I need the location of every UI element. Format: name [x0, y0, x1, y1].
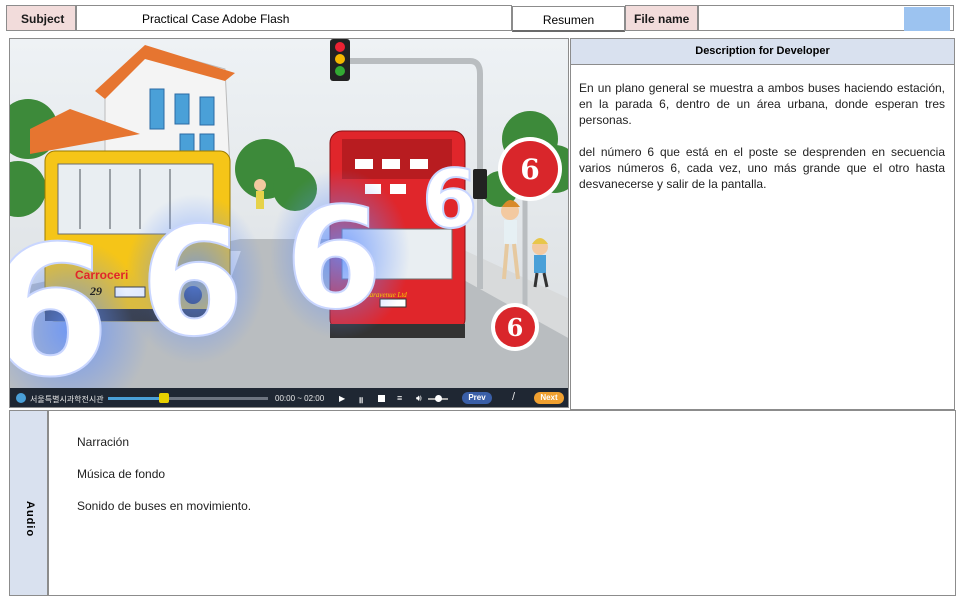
audio-side-label-box: Audio — [9, 410, 48, 596]
big-number-3: 6 — [285, 178, 382, 341]
volume-handle-icon[interactable] — [435, 395, 442, 402]
filename-label: File name — [625, 5, 698, 31]
player-control-bar: 서울특별시과학전시관 00:00 ~ 02:00 ▶ ॥ ≡ 🔊︎ Prev /… — [10, 388, 568, 407]
menu-icon[interactable]: ≡ — [397, 393, 402, 403]
progress-track[interactable] — [108, 393, 268, 403]
volume-track[interactable] — [428, 395, 448, 402]
big-number-4: 6 — [422, 153, 478, 246]
audio-body: Narración Música de fondo Sonido de buse… — [48, 410, 956, 596]
subject-label: Subject — [6, 5, 76, 31]
big-number-1: 6 — [10, 208, 110, 388]
stop-icon[interactable] — [378, 395, 385, 402]
audio-line-narration: Narración — [77, 435, 130, 449]
audio-side-label: Audio — [24, 501, 36, 538]
filename-color-swatch — [904, 7, 950, 31]
subject-value: Practical Case Adobe Flash — [76, 5, 512, 31]
nav-separator: / — [512, 391, 516, 403]
play-icon[interactable]: ▶ — [339, 394, 345, 403]
progress-handle-icon[interactable] — [159, 393, 169, 403]
scene-illustration: Carroceri 29 Caravenue Ltd 6 6 6 6 6 6 — [10, 39, 568, 388]
player-logo-text: 서울특별시과학전시관 — [30, 395, 104, 404]
progress-fill — [108, 397, 164, 400]
sign-number-top: 6 — [520, 153, 539, 186]
player-time: 00:00 ~ 02:00 — [275, 394, 325, 403]
museum-logo-icon — [16, 393, 26, 403]
volume-icon[interactable]: 🔊︎ — [416, 393, 422, 404]
description-paragraph-1: En un plano general se muestra a ambos b… — [579, 81, 945, 127]
description-paragraph-2: del número 6 que está en el poste se des… — [579, 145, 945, 191]
resumen-button[interactable]: Resumen — [512, 6, 625, 32]
big-number-2: 6 — [140, 196, 244, 370]
pause-icon[interactable]: ॥ — [358, 393, 363, 406]
animation-preview: Carroceri 29 Caravenue Ltd 6 6 6 6 6 6 서… — [9, 38, 569, 408]
prev-button[interactable]: Prev — [462, 392, 492, 404]
sign-number-bottom: 6 — [507, 313, 524, 342]
audio-line-bus-sound: Sonido de buses en movimiento. — [77, 499, 252, 513]
description-body: En un plano general se muestra a ambos b… — [570, 65, 955, 410]
audio-line-music: Música de fondo — [77, 467, 166, 481]
description-header: Description for Developer — [570, 38, 955, 65]
next-button[interactable]: Next — [534, 392, 564, 404]
